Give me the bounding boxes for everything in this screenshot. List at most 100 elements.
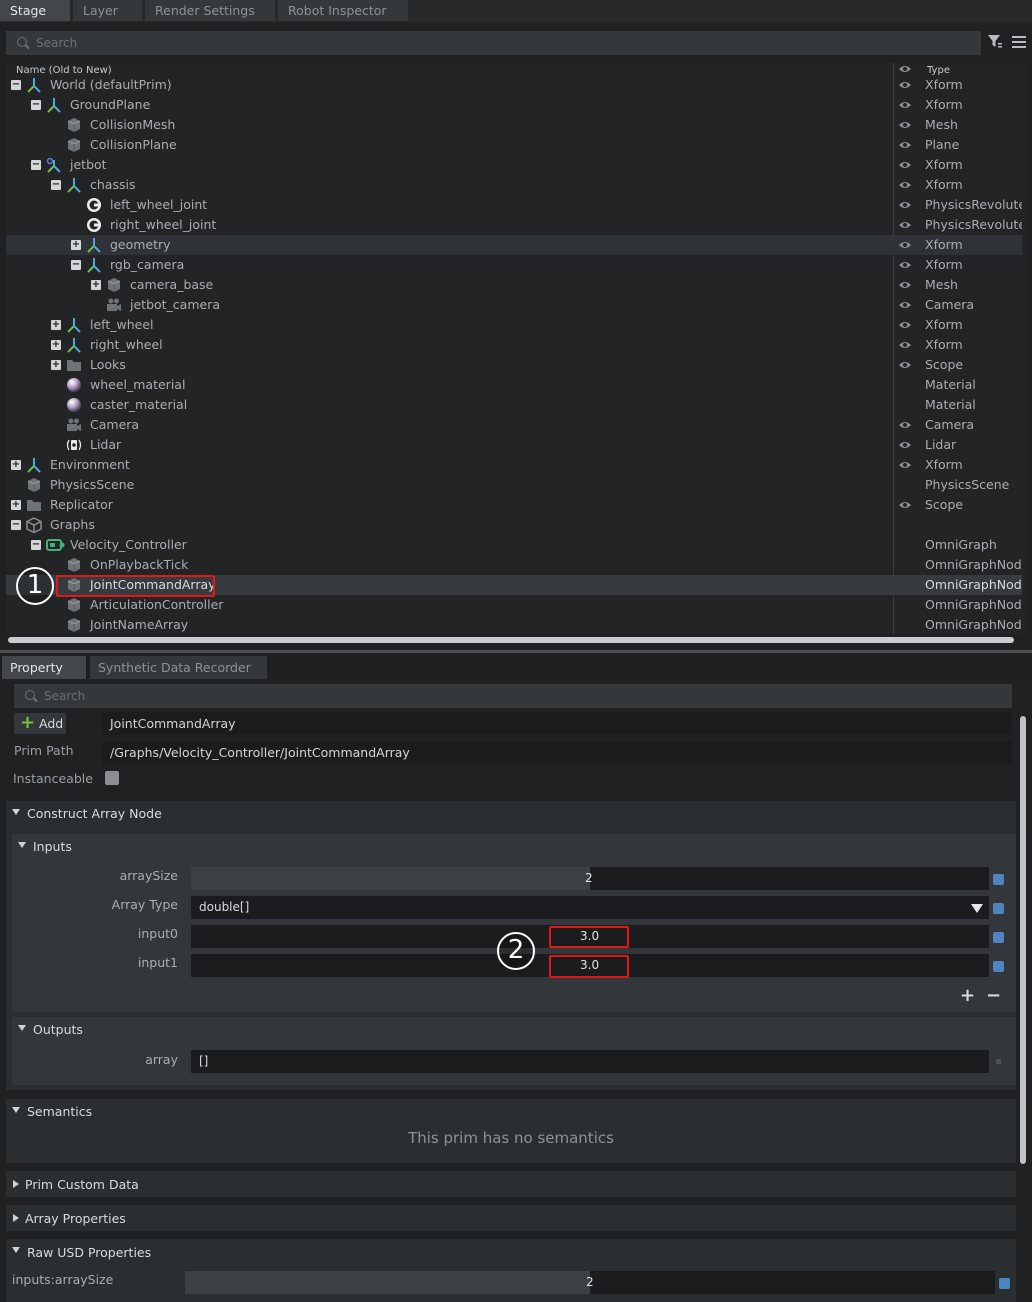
tree-row[interactable]: + Replicator Scope — [6, 495, 1022, 515]
instanceable-checkbox[interactable] — [105, 771, 119, 785]
prim-path-field[interactable]: /Graphs/Velocity_Controller/JointCommand… — [102, 741, 1012, 764]
semantics-header[interactable]: Semantics — [6, 1099, 1016, 1125]
tree-row[interactable]: jetbot_camera Camera — [6, 295, 1022, 315]
tree-row-type: PhysicsScene — [925, 477, 1010, 492]
tree-row[interactable]: + left_wheel Xform — [6, 315, 1022, 335]
expand-icon[interactable]: + — [51, 360, 61, 370]
visibility-eye-icon[interactable] — [898, 80, 912, 90]
collapse-icon[interactable]: − — [51, 180, 61, 190]
expand-icon[interactable]: + — [51, 320, 61, 330]
expand-icon[interactable]: + — [11, 460, 21, 470]
prim-name-field[interactable]: JointCommandArray — [102, 712, 1012, 735]
tree-row[interactable]: PhysicsScene PhysicsScene — [6, 475, 1022, 495]
tree-row[interactable]: Camera Camera — [6, 415, 1022, 435]
tree-row[interactable]: ArticulationController OmniGraphNode — [6, 595, 1022, 615]
array-type-dropdown[interactable]: double[] — [191, 896, 989, 919]
stage-search-input[interactable]: Search — [6, 31, 981, 55]
tree-row[interactable]: + right_wheel Xform — [6, 335, 1022, 355]
array-type-default-indicator[interactable] — [993, 903, 1004, 914]
tree-row[interactable]: − Graphs — [6, 515, 1022, 535]
tree-row[interactable]: JointNameArray OmniGraphNode — [6, 615, 1022, 634]
tree-row[interactable]: Lidar Lidar — [6, 435, 1022, 455]
input1-default-indicator[interactable] — [993, 961, 1004, 972]
raw-array-size-default-indicator[interactable] — [999, 1278, 1010, 1289]
tree-row[interactable]: + geometry Xform — [6, 235, 1022, 255]
tree-row[interactable]: CollisionPlane Plane — [6, 135, 1022, 155]
expand-icon[interactable]: + — [51, 340, 61, 350]
semantics-section: Semantics This prim has no semantics — [6, 1099, 1016, 1163]
tree-row[interactable]: OnPlaybackTick OmniGraphNode — [6, 555, 1022, 575]
visibility-eye-icon[interactable] — [898, 260, 912, 270]
tree-row[interactable]: − GroundPlane Xform — [6, 95, 1022, 115]
visibility-eye-icon[interactable] — [898, 220, 912, 230]
visibility-eye-icon[interactable] — [898, 500, 912, 510]
xform-icon — [26, 457, 42, 473]
visibility-eye-icon[interactable] — [898, 100, 912, 110]
visibility-eye-icon[interactable] — [898, 460, 912, 470]
array-size-default-indicator[interactable] — [993, 874, 1004, 885]
visibility-eye-icon[interactable] — [898, 240, 912, 250]
filter-icon[interactable] — [987, 33, 1003, 49]
visibility-eye-icon[interactable] — [898, 200, 912, 210]
tree-row[interactable]: + Looks Scope — [6, 355, 1022, 375]
raw-array-size-slider[interactable]: 2 — [185, 1271, 995, 1294]
tree-row[interactable]: − Velocity_Controller OmniGraph — [6, 535, 1022, 555]
options-menu-icon[interactable] — [1012, 33, 1026, 49]
tree-row-label: Lidar — [90, 437, 122, 452]
visibility-eye-icon[interactable] — [898, 340, 912, 350]
visibility-eye-icon[interactable] — [898, 180, 912, 190]
tree-row[interactable]: caster_material Material — [6, 395, 1022, 415]
array-properties-section[interactable]: Array Properties — [6, 1205, 1016, 1231]
tree-row[interactable]: − chassis Xform — [6, 175, 1022, 195]
visibility-eye-icon[interactable] — [898, 300, 912, 310]
tab-property[interactable]: Property — [2, 656, 86, 679]
property-search-input[interactable]: Search — [14, 684, 1012, 708]
visibility-eye-icon[interactable] — [898, 320, 912, 330]
collapse-icon[interactable]: − — [11, 80, 21, 90]
collapse-arrow-icon — [18, 1025, 26, 1031]
tree-row[interactable]: wheel_material Material — [6, 375, 1022, 395]
collapse-icon[interactable]: − — [31, 540, 41, 550]
tree-row[interactable]: left_wheel_joint PhysicsRevoluteJ — [6, 195, 1022, 215]
tree-row[interactable]: − rgb_camera Xform — [6, 255, 1022, 275]
tree-row-label: rgb_camera — [110, 257, 185, 272]
visibility-eye-icon[interactable] — [898, 140, 912, 150]
visibility-eye-icon[interactable] — [898, 160, 912, 170]
raw-usd-properties-header[interactable]: Raw USD Properties — [6, 1239, 1016, 1265]
add-input-icon[interactable]: + — [960, 985, 975, 1006]
tab-robot-inspector[interactable]: Robot Inspector — [278, 0, 408, 21]
outputs-header[interactable]: Outputs — [12, 1017, 1016, 1043]
tree-row[interactable]: CollisionMesh Mesh — [6, 115, 1022, 135]
visibility-eye-icon[interactable] — [898, 420, 912, 430]
tree-row[interactable]: right_wheel_joint PhysicsRevoluteJ — [6, 215, 1022, 235]
tab-render-settings[interactable]: Render Settings — [145, 0, 275, 21]
tab-synthetic-data-recorder[interactable]: Synthetic Data Recorder — [90, 656, 267, 679]
inputs-header[interactable]: Inputs — [12, 834, 1016, 860]
expand-icon[interactable]: + — [71, 240, 81, 250]
collapse-icon[interactable]: − — [31, 160, 41, 170]
collapse-icon[interactable]: − — [11, 520, 21, 530]
tree-row[interactable]: + camera_base Mesh — [6, 275, 1022, 295]
property-vertical-scrollbar[interactable] — [1020, 716, 1026, 1164]
tree-row-label: left_wheel_joint — [110, 197, 208, 212]
expand-icon[interactable]: + — [11, 500, 21, 510]
tab-stage[interactable]: Stage — [0, 0, 70, 21]
tab-layer[interactable]: Layer — [73, 0, 142, 21]
remove-input-icon[interactable]: − — [986, 985, 1001, 1006]
prim-custom-data-section[interactable]: Prim Custom Data — [6, 1171, 1016, 1197]
expand-icon[interactable]: + — [91, 280, 101, 290]
visibility-eye-icon[interactable] — [898, 440, 912, 450]
construct-array-node-header[interactable]: Construct Array Node — [6, 801, 1016, 827]
visibility-eye-icon[interactable] — [898, 120, 912, 130]
tree-row[interactable]: − jetbot Xform — [6, 155, 1022, 175]
tree-row[interactable]: − World (defaultPrim) Xform — [6, 75, 1022, 95]
collapse-icon[interactable]: − — [31, 100, 41, 110]
input0-default-indicator[interactable] — [993, 932, 1004, 943]
visibility-eye-icon[interactable] — [898, 360, 912, 370]
tree-row[interactable]: + Environment Xform — [6, 455, 1022, 475]
visibility-eye-icon[interactable] — [898, 280, 912, 290]
add-button[interactable]: + Add — [14, 712, 66, 734]
collapse-icon[interactable]: − — [71, 260, 81, 270]
array-size-slider[interactable]: 2 — [191, 867, 989, 890]
stage-horizontal-scrollbar[interactable] — [8, 637, 1014, 643]
